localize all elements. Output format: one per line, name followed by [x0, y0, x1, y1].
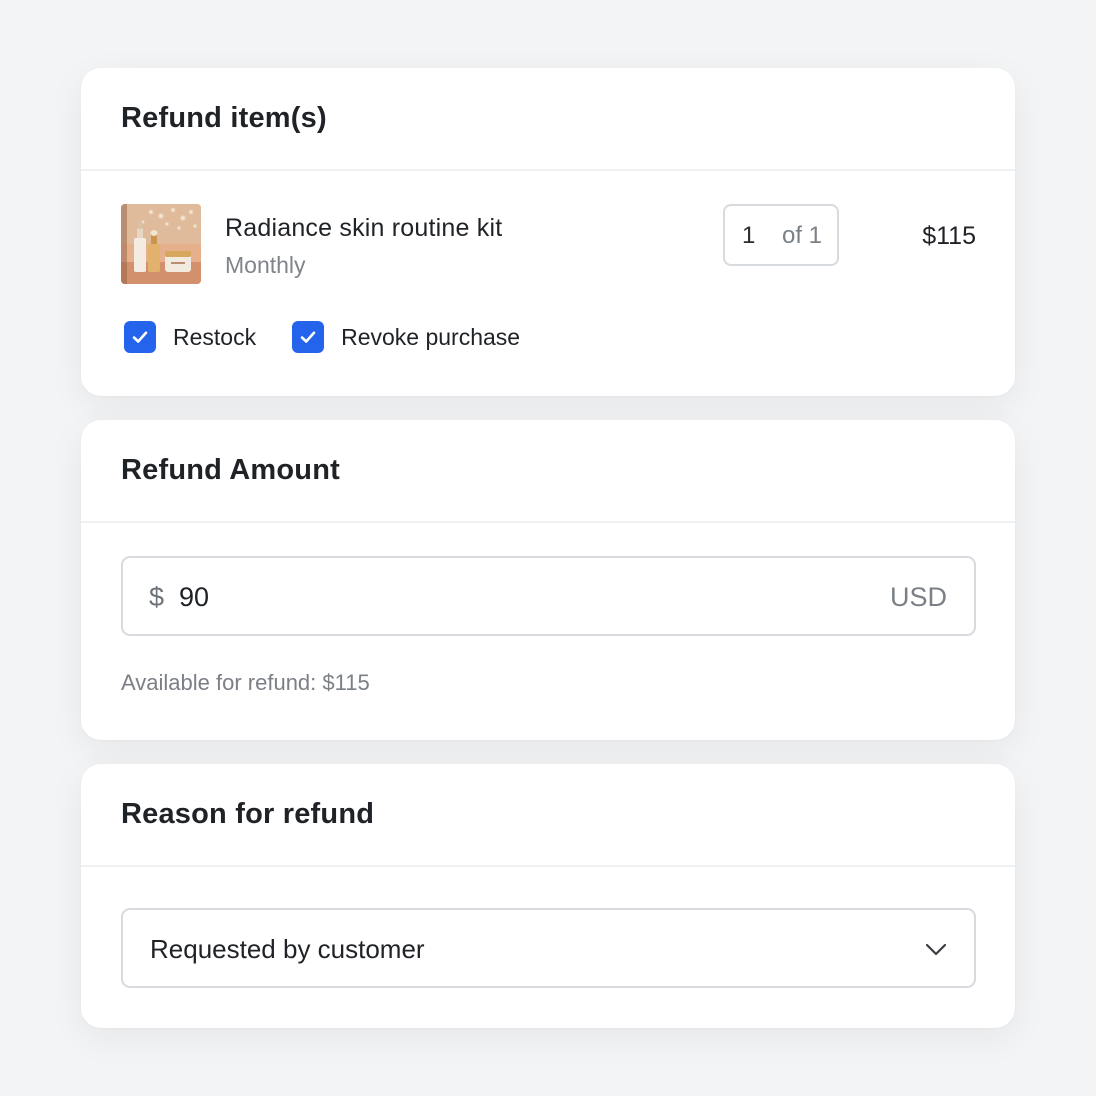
product-name: Radiance skin routine kit	[225, 214, 503, 242]
checkmark-icon[interactable]	[292, 321, 325, 353]
refund-reason-select[interactable]: Requested by customer	[121, 908, 976, 988]
refund-line-item: Radiance skin routine kit Monthly 1 of 1…	[121, 204, 976, 284]
refund-amount-title: Refund Amount	[121, 454, 340, 486]
refund-options: Restock Revoke purchase	[124, 320, 556, 354]
quantity-value[interactable]: 1	[742, 222, 755, 250]
refund-amount-header: Refund Amount	[81, 420, 1015, 523]
checkmark-icon[interactable]	[124, 321, 156, 353]
refund-reason-value[interactable]: Requested by customer	[150, 934, 425, 965]
available-for-refund-text: Available for refund: $115	[121, 670, 370, 695]
product-thumbnail	[121, 204, 201, 284]
refund-reason-header: Reason for refund	[81, 764, 1015, 867]
refund-reason-card: Reason for refund Requested by customer	[81, 764, 1015, 1028]
chevron-down-icon[interactable]	[924, 937, 948, 961]
currency-code: USD	[889, 582, 947, 612]
refund-amount-value[interactable]: 90	[179, 582, 209, 613]
refund-items-header: Refund item(s)	[81, 68, 1015, 171]
revoke-purchase-label[interactable]: Revoke purchase	[341, 324, 520, 351]
product-photo-icon	[121, 204, 201, 284]
restock-label[interactable]: Restock	[173, 324, 256, 351]
item-price: $115	[922, 222, 976, 250]
refund-amount-card: Refund Amount $ 90 USD Available for ref…	[81, 420, 1015, 740]
revoke-purchase-checkbox[interactable]: Revoke purchase	[292, 321, 520, 353]
quantity-total: of 1	[781, 222, 822, 249]
refund-items-card: Refund item(s) Radiance skin routine kit…	[81, 68, 1015, 396]
restock-checkbox[interactable]: Restock	[124, 321, 256, 353]
refund-items-title: Refund item(s)	[121, 102, 327, 134]
refund-amount-input[interactable]: $ 90 USD	[121, 556, 976, 636]
currency-symbol: $	[149, 582, 165, 612]
product-frequency: Monthly	[225, 252, 306, 278]
refund-reason-title: Reason for refund	[121, 798, 375, 830]
quantity-input[interactable]: 1 of 1	[723, 204, 839, 266]
